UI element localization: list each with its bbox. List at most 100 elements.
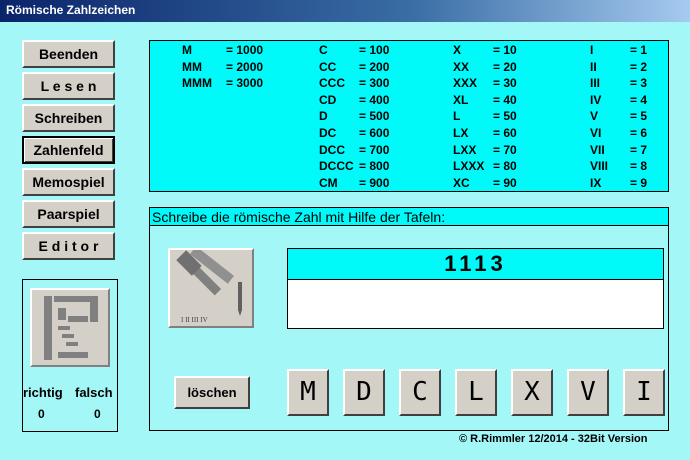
numeral-value: = 50 [493, 109, 517, 124]
numeral-symbol: I [590, 43, 594, 57]
title-bar: Römische Zahlzeichen [0, 0, 690, 22]
table-row: VI = 6 [590, 126, 647, 143]
numeral-symbol: DCC [319, 142, 345, 157]
numeral-value: = 60 [493, 125, 517, 140]
hammer-chisel-icon[interactable]: I II III IV [168, 246, 254, 328]
table-row: LX = 60 [453, 126, 517, 143]
target-number: 1113 [287, 248, 664, 280]
wrong-label: falsch [75, 385, 113, 400]
numeral-symbol: VI [590, 125, 602, 140]
table-row: VII = 7 [590, 143, 647, 160]
numeral-value: = 4 [630, 92, 648, 107]
numeral-symbol: XL [453, 92, 469, 107]
numeral-symbol: LXXX [453, 159, 485, 174]
table-column-hundreds: C = 100 CC = 200 CCC = 300 CD = 400 D = 500 DC = 60… [319, 43, 389, 192]
numeral-value: = 1000 [226, 43, 264, 57]
numeral-value: = 3000 [226, 76, 264, 91]
numeral-button-i[interactable]: I [623, 369, 665, 416]
numeral-button-x[interactable]: X [511, 369, 553, 416]
numeral-value: = 3 [630, 76, 648, 91]
clear-button[interactable]: löschen [174, 376, 250, 409]
table-row: XX = 20 [453, 60, 517, 77]
table-row: XXX = 30 [453, 76, 517, 93]
numeral-symbol: LX [453, 125, 469, 140]
table-row: CD = 400 [319, 93, 389, 110]
menu-button-beenden[interactable]: Beenden [22, 40, 115, 68]
numeral-symbol: CCC [319, 76, 345, 91]
numeral-symbol: XC [453, 175, 470, 190]
table-row: L = 50 [453, 109, 517, 126]
table-row: CCC = 300 [319, 76, 389, 93]
menu-button-schreiben[interactable]: Schreiben [22, 104, 115, 132]
numeral-value: = 900 [359, 175, 390, 190]
numeral-button-l[interactable]: L [455, 369, 497, 416]
table-row: DC = 600 [319, 126, 389, 143]
task-instruction: Schreibe die römische Zahl mit Hilfe der… [150, 208, 668, 226]
numeral-symbol: MM [182, 59, 202, 74]
table-row: III = 3 [590, 76, 647, 93]
numeral-value: = 300 [359, 76, 390, 91]
numeral-value: = 30 [493, 76, 517, 91]
table-row: CM = 900 [319, 176, 389, 193]
numeral-symbol: LXX [453, 142, 477, 157]
table-column-ones: I = 1 II = 2 III = 3 IV = 4 V = 5 VI = 6 VII = 7 VIII =… [590, 43, 647, 192]
numeral-symbol: L [453, 109, 461, 124]
menu-button-editor[interactable]: E d i t o r [22, 232, 115, 260]
table-row: CC = 200 [319, 60, 389, 77]
numeral-button-d[interactable]: D [343, 369, 385, 416]
table-row: LXX = 70 [453, 143, 517, 160]
table-row: D = 500 [319, 109, 389, 126]
table-row: XL = 40 [453, 93, 517, 110]
numeral-value: = 2000 [226, 59, 264, 74]
hammer-caption: I II III IV [181, 316, 208, 324]
numeral-value: = 5 [630, 109, 648, 124]
table-column-thousands: M = 1000 MM = 2000 MMM = 3000 [182, 43, 263, 93]
numeral-symbol: DCCC [319, 159, 354, 174]
numeral-value: = 40 [493, 92, 517, 107]
score-panel: richtig falsch 0 0 [22, 279, 118, 432]
table-row: LXXX = 80 [453, 159, 517, 176]
menu-button-zahlenfeld[interactable]: Zahlenfeld [22, 136, 115, 164]
numeral-value: = 100 [359, 43, 390, 57]
numeral-button-m[interactable]: M [287, 369, 329, 416]
numeral-value: = 600 [359, 125, 390, 140]
table-row: II = 2 [590, 60, 647, 77]
numeral-value: = 80 [493, 159, 517, 174]
numeral-symbol: IX [590, 175, 602, 190]
numeral-symbol: M [182, 43, 192, 57]
table-row: C = 100 [319, 43, 389, 60]
table-row: IV = 4 [590, 93, 647, 110]
numeral-value: = 8 [630, 159, 648, 174]
numeral-symbol: DC [319, 125, 337, 140]
numeral-button-v[interactable]: V [567, 369, 609, 416]
table-row: M = 1000 [182, 43, 263, 60]
menu-button-lesen[interactable]: L e s e n [22, 72, 115, 100]
menu-button-memospiel[interactable]: Memospiel [22, 168, 115, 196]
menu-button-paarspiel[interactable]: Paarspiel [22, 200, 115, 228]
copyright-text: © R.Rimmler 12/2014 - 32Bit Version [459, 433, 648, 445]
numeral-button-c[interactable]: C [399, 369, 441, 416]
answer-field[interactable] [287, 280, 664, 329]
table-row: IX = 9 [590, 176, 647, 193]
memo-icon[interactable] [30, 288, 110, 367]
correct-label: richtig [23, 385, 63, 400]
table-column-tens: X = 10 XX = 20 XXX = 30 XL = 40 L = 50 LX = 60 LXX = … [453, 43, 517, 192]
numeral-symbol: X [453, 43, 462, 57]
numeral-symbol: C [319, 43, 328, 57]
numeral-value: = 500 [359, 109, 390, 124]
numeral-symbol: CD [319, 92, 337, 107]
numeral-value: = 2 [630, 59, 648, 74]
numeral-table: M = 1000 MM = 2000 MMM = 3000 C = 100 CC = 200 CC… [149, 40, 669, 192]
table-row: MM = 2000 [182, 60, 263, 77]
numeral-symbol: CC [319, 59, 337, 74]
numeral-value: = 800 [359, 159, 390, 174]
numeral-value: = 700 [359, 142, 390, 157]
table-row: V = 5 [590, 109, 647, 126]
numeral-symbol: CM [319, 175, 338, 190]
task-panel: Schreibe die römische Zahl mit Hilfe der… [149, 207, 669, 431]
table-row: VIII = 8 [590, 159, 647, 176]
numeral-symbol: II [590, 59, 597, 74]
table-row: X = 10 [453, 43, 517, 60]
numeral-value: = 10 [493, 43, 517, 57]
wrong-count: 0 [94, 407, 101, 421]
